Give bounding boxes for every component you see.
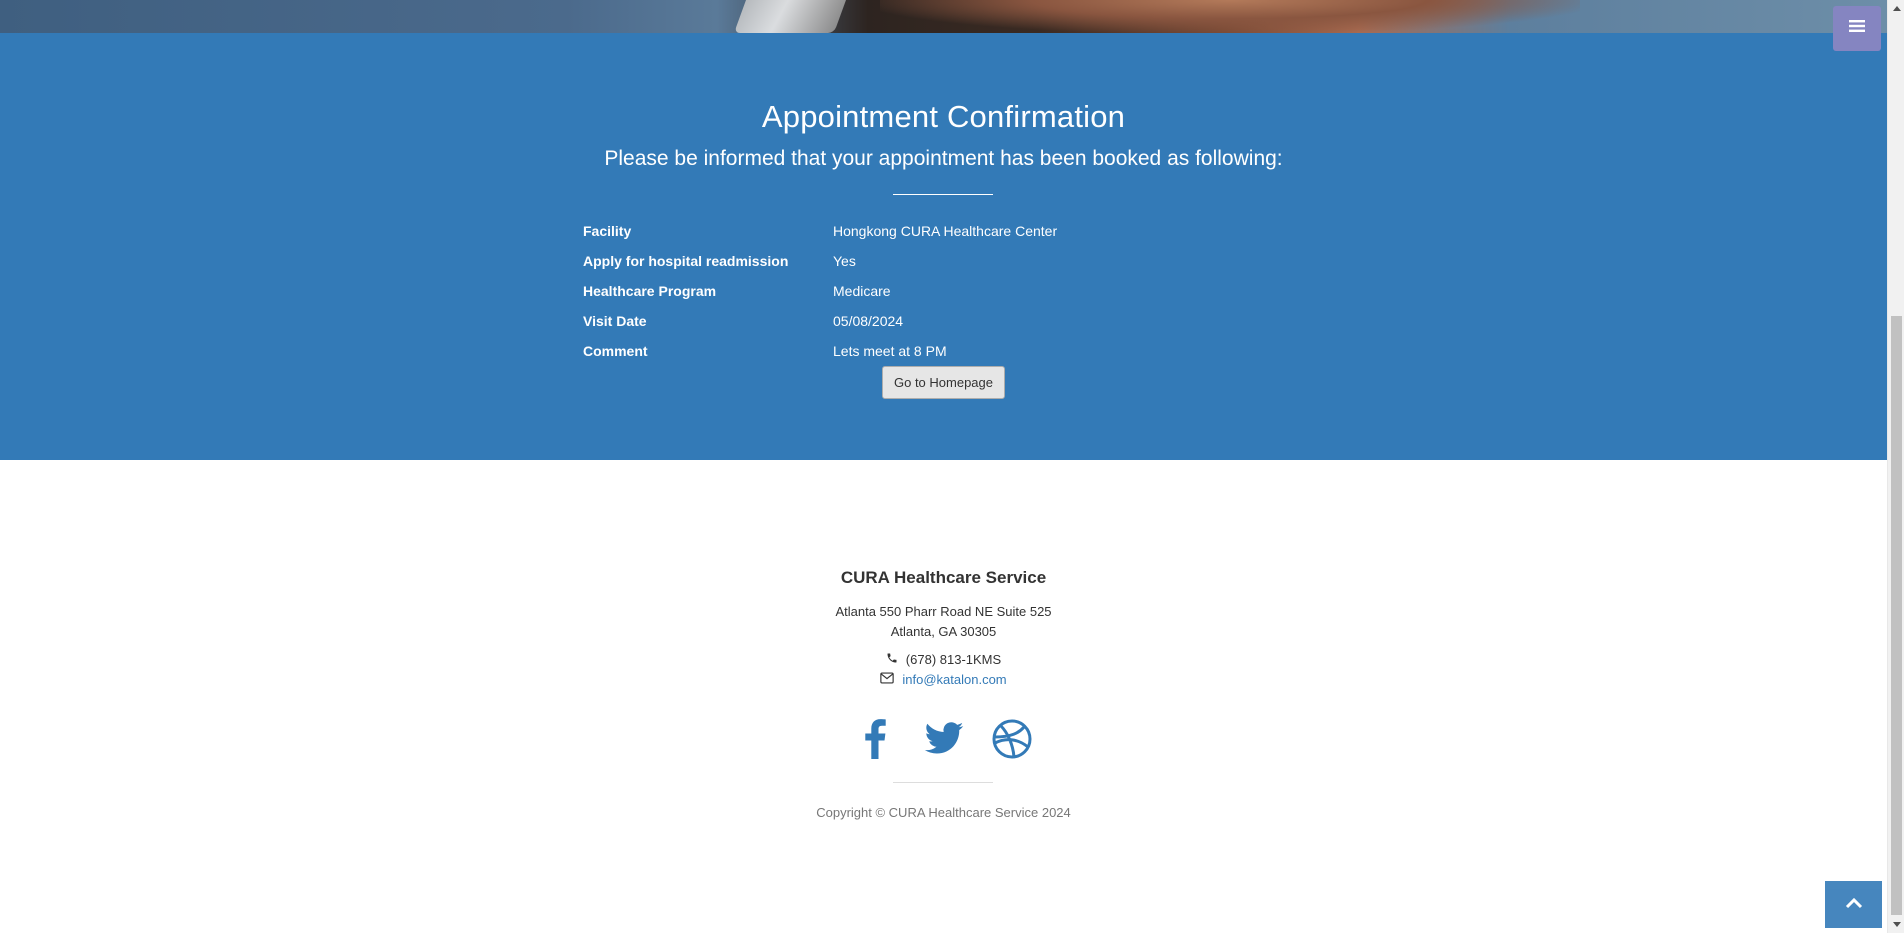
program-value: Medicare [833, 283, 891, 299]
detail-label: Comment [583, 343, 648, 359]
dribbble-icon[interactable] [991, 718, 1033, 760]
footer-title: CURA Healthcare Service [840, 568, 1047, 587]
detail-label: Visit Date [583, 313, 647, 329]
scroll-down-arrow-icon[interactable] [1888, 916, 1904, 933]
facebook-icon[interactable] [855, 718, 897, 760]
detail-row-visit-date: Visit Date 05/08/2024 [583, 306, 1303, 336]
footer-divider [893, 782, 993, 783]
detail-label: Healthcare Program [583, 283, 717, 299]
email-link[interactable]: info@katalon.com [902, 672, 1006, 687]
detail-row-program: Healthcare Program Medicare [583, 276, 1303, 306]
appointment-details: Facility Hongkong CURA Healthcare Center… [583, 216, 1303, 366]
page-title: Appointment Confirmation [761, 99, 1126, 134]
page-scrollbar[interactable] [1887, 0, 1904, 933]
menu-toggle-button[interactable] [1833, 6, 1881, 51]
scroll-up-arrow-icon[interactable] [1888, 0, 1904, 17]
hero-image-detail [880, 0, 1580, 33]
address-line-1: Atlanta 550 Pharr Road NE Suite 525 [835, 604, 1052, 619]
confirmation-lead-text: Please be informed that your appointment… [604, 147, 1283, 170]
chevron-up-icon [1845, 896, 1863, 914]
bars-icon [1849, 19, 1865, 38]
scroll-to-top-button[interactable] [1825, 881, 1882, 928]
detail-row-readmission: Apply for hospital readmission Yes [583, 246, 1303, 276]
divider [893, 194, 993, 195]
footer-address: Atlanta 550 Pharr Road NE Suite 525 Atla… [0, 602, 1887, 642]
copyright-text: Copyright © CURA Healthcare Service 2024 [816, 805, 1071, 820]
footer-email: info@katalon.com [0, 672, 1887, 687]
visit-date-value: 05/08/2024 [833, 313, 904, 329]
phone-icon [886, 652, 898, 667]
hero-image-detail [733, 0, 847, 33]
phone-number: (678) 813-1KMS [905, 652, 1002, 667]
detail-row-comment: Comment Lets meet at 8 PM [583, 336, 1303, 366]
twitter-icon[interactable] [923, 718, 965, 760]
address-line-2: Atlanta, GA 30305 [890, 624, 997, 639]
envelope-icon [880, 672, 895, 687]
scrollbar-thumb[interactable] [1891, 316, 1902, 915]
footer: CURA Healthcare Service Atlanta 550 Phar… [0, 460, 1887, 933]
detail-label: Apply for hospital readmission [583, 253, 789, 269]
facility-value: Hongkong CURA Healthcare Center [833, 223, 1058, 239]
header-background-image [0, 0, 1887, 33]
footer-phone: (678) 813-1KMS [0, 652, 1887, 667]
appointment-confirmation-section: Appointment Confirmation Please be infor… [0, 33, 1887, 460]
comment-value: Lets meet at 8 PM [833, 343, 947, 359]
detail-row-facility: Facility Hongkong CURA Healthcare Center [583, 216, 1303, 246]
detail-label: Facility [583, 223, 632, 239]
social-links [0, 718, 1887, 760]
page-viewport: Appointment Confirmation Please be infor… [0, 0, 1887, 933]
readmission-value: Yes [833, 253, 856, 269]
go-to-homepage-button[interactable]: Go to Homepage [882, 366, 1005, 399]
